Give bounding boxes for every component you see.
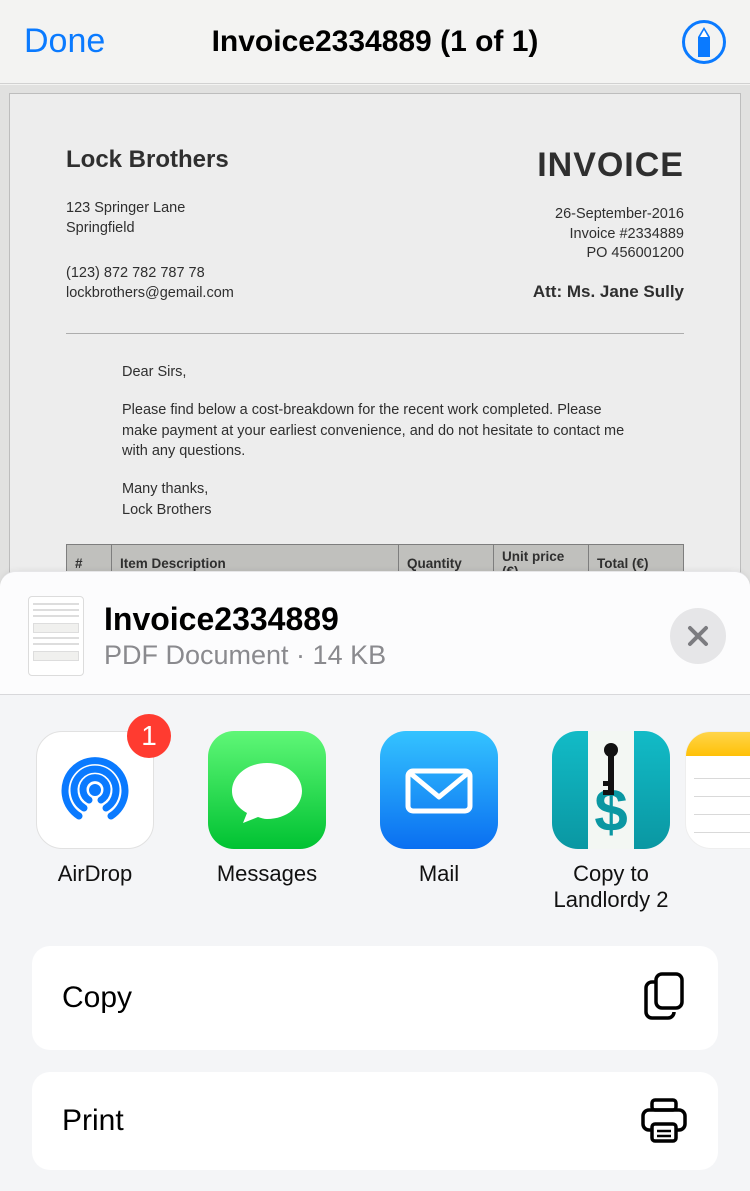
share-subtitle: PDF Document · 14 KB: [104, 640, 650, 671]
messages-icon: [224, 747, 310, 833]
share-app-landlordy[interactable]: $ Copy to Landlordy 2: [552, 731, 670, 914]
invoice-salutation: Dear Sirs,: [122, 362, 628, 382]
invoice-email: lockbrothers@gemail.com: [66, 283, 234, 303]
share-title: Invoice2334889: [104, 601, 650, 638]
invoice-phone: (123) 872 782 787 78: [66, 263, 234, 283]
close-icon: [687, 625, 709, 647]
copy-action[interactable]: Copy: [32, 946, 718, 1050]
divider: [66, 333, 684, 334]
print-action[interactable]: Print: [32, 1072, 718, 1170]
invoice-address-city: Springfield: [66, 218, 234, 238]
app-label: Copy to Landlordy 2: [552, 861, 670, 914]
mail-icon: [398, 749, 480, 831]
app-label: Mail: [419, 861, 459, 887]
print-icon: [640, 1098, 688, 1144]
share-apps-row[interactable]: 1 AirDrop Messages: [0, 695, 750, 936]
invoice-date: 26-September-2016: [533, 205, 684, 225]
markup-button[interactable]: [682, 20, 726, 64]
navigation-bar: Done Invoice2334889 (1 of 1): [0, 0, 750, 84]
app-label: Messages: [217, 861, 317, 887]
share-actions: Copy Print: [0, 936, 750, 1170]
share-app-notes[interactable]: [724, 731, 750, 914]
copy-icon: [642, 972, 688, 1024]
invoice-number: Invoice #2334889: [533, 225, 684, 245]
done-button[interactable]: Done: [24, 22, 105, 61]
close-button[interactable]: [670, 608, 726, 664]
invoice-heading: INVOICE: [533, 146, 684, 185]
invoice-body: Please find below a cost-breakdown for t…: [122, 400, 628, 461]
invoice-signoff: Lock Brothers: [122, 502, 211, 518]
share-sheet-header: Invoice2334889 PDF Document · 14 KB: [0, 572, 750, 695]
invoice-thanks: Many thanks,: [122, 481, 208, 497]
invoice-address-line: 123 Springer Lane: [66, 198, 234, 218]
invoice-po: PO 456001200: [533, 244, 684, 264]
document-title: Invoice2334889 (1 of 1): [0, 25, 750, 59]
action-label: Print: [62, 1104, 124, 1138]
app-label: AirDrop: [58, 861, 133, 887]
share-app-airdrop[interactable]: 1 AirDrop: [36, 731, 154, 914]
airdrop-icon: [51, 746, 139, 834]
share-sheet: Invoice2334889 PDF Document · 14 KB 1: [0, 571, 750, 1191]
share-app-mail[interactable]: Mail: [380, 731, 498, 914]
document-thumbnail: [28, 596, 84, 676]
invoice-attention: Att: Ms. Jane Sully: [533, 282, 684, 302]
pen-icon: [694, 27, 714, 57]
airdrop-badge: 1: [127, 714, 171, 758]
action-label: Copy: [62, 981, 132, 1015]
share-app-messages[interactable]: Messages: [208, 731, 326, 914]
landlordy-icon: $: [552, 731, 670, 849]
invoice-company: Lock Brothers: [66, 146, 234, 174]
